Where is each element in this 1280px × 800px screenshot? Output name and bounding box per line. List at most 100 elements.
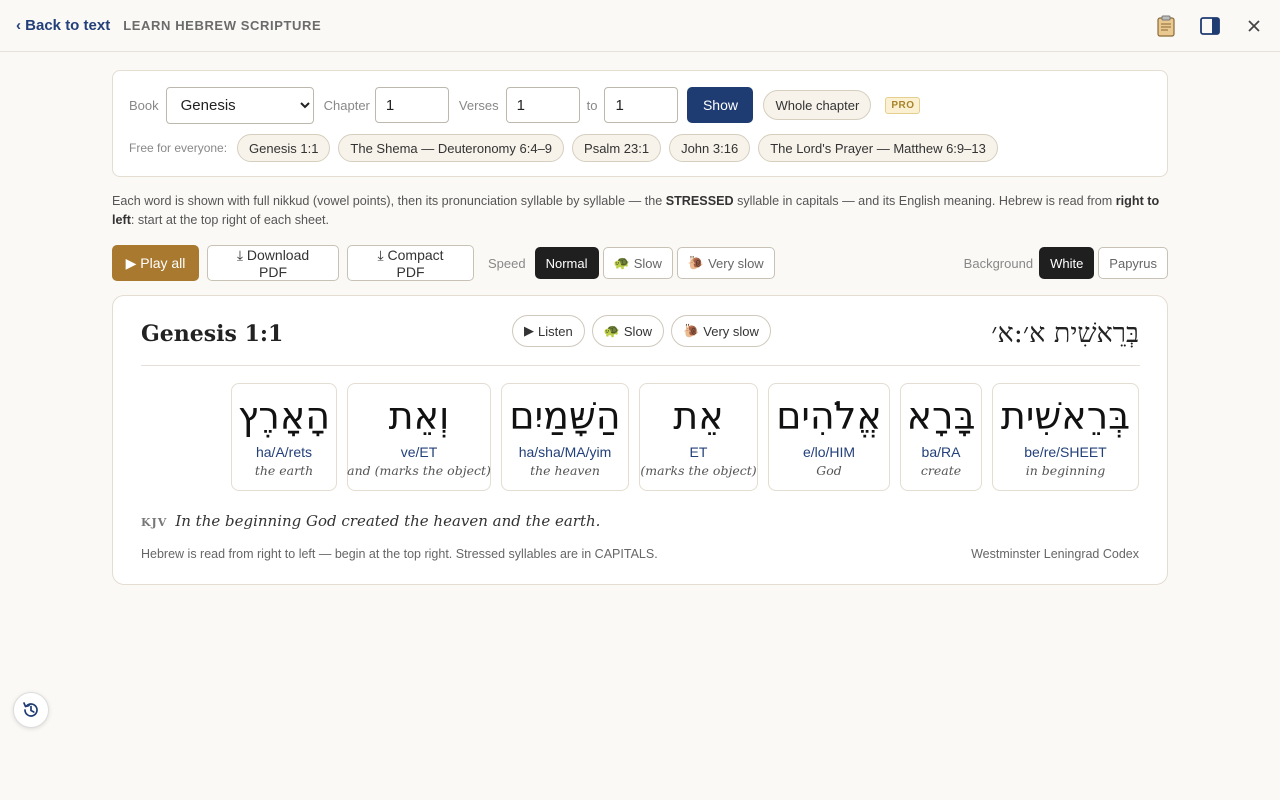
verse-from-input[interactable] — [505, 87, 580, 123]
close-icon[interactable] — [1242, 14, 1266, 38]
word-card[interactable]: בְּרֵאשִׁית be/re/SHEET in beginning — [992, 383, 1139, 491]
listen-button[interactable]: ▶ Listen — [512, 315, 585, 347]
word-pronunciation: e/lo/HIM — [802, 444, 856, 460]
pro-badge: PRO — [885, 96, 921, 114]
word-pronunciation: ET — [689, 444, 708, 460]
word-pronunciation: ve/ET — [400, 444, 438, 460]
word-hebrew: הַשָּׁמַיִם — [509, 394, 621, 438]
chapter-label: Chapter — [323, 97, 370, 113]
back-to-text-link[interactable]: ‹ Back to text — [16, 17, 110, 34]
turtle-icon: 🐢 — [613, 255, 630, 270]
snail-icon: 🐌 — [683, 323, 700, 338]
background-white-button[interactable]: White — [1039, 247, 1095, 279]
controls-row: ▶ Play all ⤓ Download PDF ⤓ Compact PDF … — [112, 245, 1168, 281]
top-icons — [1154, 14, 1266, 38]
to-label: to — [586, 97, 598, 113]
sheet-title: Genesis 1:1 — [141, 321, 284, 347]
sheet-audio-controls: ▶ Listen 🐢 Slow 🐌 Very slow — [512, 315, 771, 347]
divider — [141, 365, 1140, 366]
word-hebrew: בָּרָא — [906, 394, 976, 438]
chapter-input[interactable] — [374, 87, 449, 123]
compact-pdf-button[interactable]: ⤓ Compact PDF — [347, 245, 474, 281]
whole-chapter-button[interactable]: Whole chapter — [763, 90, 872, 120]
book-label: Book — [129, 97, 159, 113]
intro-stressed: STRESSED — [665, 194, 734, 208]
app-title: LEARN HEBREW SCRIPTURE — [123, 18, 322, 33]
word-meaning: the earth — [254, 463, 314, 478]
word-pronunciation: ha/A/rets — [255, 444, 313, 460]
verse-sheet: Genesis 1:1 ▶ Listen 🐢 Slow 🐌 Very slow … — [112, 295, 1168, 585]
word-hebrew: אֵת — [673, 394, 724, 438]
intro-part1: Each word is shown with full nikkud (vow… — [112, 194, 666, 208]
history-button[interactable] — [13, 692, 49, 728]
sheet-very-slow-label: Very slow — [703, 323, 759, 339]
kjv-text: In the beginning God created the heaven … — [175, 512, 601, 530]
source-credit: Westminster Leningrad Codex — [971, 547, 1139, 561]
preset-john-3-16[interactable]: John 3:16 — [669, 134, 751, 162]
free-label: Free for everyone: — [129, 141, 228, 155]
word-pronunciation: ba/RA — [921, 444, 961, 460]
background-group: Background White Papyrus — [964, 247, 1168, 279]
background-label: Background — [963, 255, 1034, 271]
word-card[interactable]: אֵת ET (marks the object) — [639, 383, 758, 491]
word-hebrew: הָאָרֶץ — [237, 394, 331, 438]
word-meaning: the heaven — [530, 463, 600, 478]
sheet-slow-button[interactable]: 🐢 Slow — [591, 315, 665, 347]
download-pdf-label: Download PDF — [246, 246, 310, 280]
word-meaning: in beginning — [1025, 463, 1106, 478]
kjv-translation: KJV In the beginning God created the hea… — [141, 512, 600, 530]
reading-note: Hebrew is read from right to left — begi… — [141, 547, 658, 561]
sheet-slow-label: Slow — [623, 323, 653, 339]
word-card[interactable]: וְאֵת ve/ET and (marks the object) — [347, 383, 491, 491]
word-meaning: God — [816, 463, 842, 478]
passage-selector-row: Book Genesis Chapter Verses to Show Whol… — [129, 86, 921, 124]
speed-label: Speed — [488, 255, 526, 271]
speed-very-slow-button[interactable]: 🐌 Very slow — [676, 247, 775, 279]
show-button[interactable]: Show — [687, 87, 754, 123]
word-meaning: create — [920, 463, 962, 478]
background-papyrus-button[interactable]: Papyrus — [1098, 247, 1168, 279]
book-select[interactable]: Genesis — [165, 86, 314, 124]
word-card[interactable]: הַשָּׁמַיִם ha/sha/MA/yim the heaven — [501, 383, 629, 491]
preset-genesis-1-1[interactable]: Genesis 1:1 — [237, 134, 331, 162]
word-card[interactable]: בָּרָא ba/RA create — [900, 383, 982, 491]
hebrew-verse-reference: בְּרֵאשִׁית א׳:א׳ — [991, 318, 1139, 349]
word-hebrew: אֱלֹהִים — [776, 394, 882, 438]
passage-selector-card: Book Genesis Chapter Verses to Show Whol… — [112, 70, 1168, 177]
word-card[interactable]: הָאָרֶץ ha/A/rets the earth — [231, 383, 337, 491]
download-icon: ⤓ — [236, 246, 244, 263]
speed-slow-button[interactable]: 🐢 Slow — [602, 247, 673, 279]
word-meaning: and (marks the object) — [347, 463, 491, 478]
speed-slow-label: Slow — [633, 255, 662, 271]
intro-text: Each word is shown with full nikkud (vow… — [112, 192, 1172, 230]
verse-to-input[interactable] — [604, 87, 679, 123]
sheet-very-slow-button[interactable]: 🐌 Very slow — [671, 315, 771, 347]
word-pronunciation: be/re/SHEET — [1024, 444, 1107, 460]
play-icon: ▶ — [524, 323, 534, 338]
history-icon — [23, 702, 38, 717]
word-cards: בְּרֵאשִׁית be/re/SHEET in beginning בָּ… — [231, 383, 1139, 491]
top-bar: ‹ Back to text LEARN HEBREW SCRIPTURE — [0, 0, 1280, 52]
word-meaning: (marks the object) — [640, 463, 757, 478]
turtle-icon: 🐢 — [603, 323, 620, 338]
verses-label: Verses — [458, 97, 499, 113]
compact-pdf-label: Compact PDF — [387, 246, 444, 280]
intro-part3: : start at the top right of each sheet. — [130, 213, 330, 227]
speed-very-slow-label: Very slow — [708, 255, 764, 271]
play-all-button[interactable]: ▶ Play all — [112, 245, 199, 281]
preset-shema[interactable]: The Shema — Deuteronomy 6:4–9 — [338, 134, 565, 162]
speed-normal-button[interactable]: Normal — [534, 247, 599, 279]
download-icon: ⤓ — [377, 246, 384, 263]
listen-label: Listen — [538, 323, 573, 339]
kjv-label: KJV — [141, 516, 168, 529]
word-hebrew: וְאֵת — [388, 394, 450, 438]
sidebar-toggle-icon[interactable] — [1198, 14, 1222, 38]
word-card[interactable]: אֱלֹהִים e/lo/HIM God — [768, 383, 890, 491]
snail-icon: 🐌 — [687, 255, 705, 270]
preset-lords-prayer[interactable]: The Lord's Prayer — Matthew 6:9–13 — [758, 134, 998, 162]
word-hebrew: בְּרֵאשִׁית — [1000, 394, 1131, 438]
free-presets-row: Free for everyone: Genesis 1:1 The Shema… — [129, 134, 998, 162]
download-pdf-button[interactable]: ⤓ Download PDF — [207, 245, 339, 281]
preset-psalm-23-1[interactable]: Psalm 23:1 — [572, 134, 662, 162]
clipboard-icon[interactable] — [1154, 14, 1178, 38]
